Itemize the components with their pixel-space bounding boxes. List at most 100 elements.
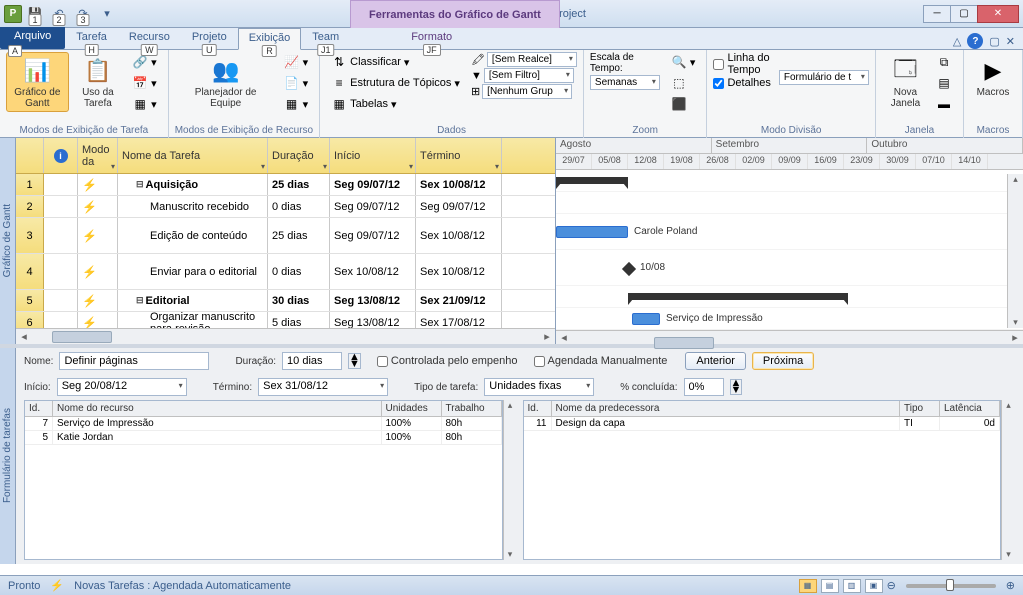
cell-duration[interactable]: 0 dias bbox=[268, 196, 330, 217]
week-cell[interactable]: 07/10 bbox=[916, 154, 952, 169]
manually-scheduled-checkbox[interactable]: Agendada Manualmente bbox=[534, 355, 668, 367]
entire-project-button[interactable]: ⬚ bbox=[666, 73, 701, 93]
cell-name[interactable]: Edição de conteúdo bbox=[118, 218, 268, 253]
scroll-down-icon[interactable]: ▾ bbox=[1006, 549, 1011, 560]
tab-projeto[interactable]: ProjetoU bbox=[181, 27, 238, 49]
row-number[interactable]: 1 bbox=[16, 174, 44, 195]
week-cell[interactable]: 16/09 bbox=[808, 154, 844, 169]
cell-start[interactable]: Seg 09/07/12 bbox=[330, 196, 416, 217]
pred-col-id[interactable]: Id. bbox=[524, 401, 552, 416]
row-number[interactable]: 2 bbox=[16, 196, 44, 217]
cell-mode[interactable]: ⚡ bbox=[78, 312, 118, 328]
cell-duration[interactable]: 30 dias bbox=[268, 290, 330, 311]
gantt-hscroll[interactable]: ◂ ▸ bbox=[556, 330, 1023, 344]
form-sidebar[interactable]: Formulário de tarefas bbox=[0, 348, 16, 564]
cell-indicator[interactable] bbox=[44, 290, 78, 311]
task-type-combo[interactable]: Unidades fixas bbox=[484, 378, 594, 396]
week-cell[interactable]: 29/07 bbox=[556, 154, 592, 169]
cell-indicator[interactable] bbox=[44, 174, 78, 195]
table-row[interactable]: 3⚡Edição de conteúdo25 diasSeg 09/07/12S… bbox=[16, 218, 555, 254]
predecessor-row[interactable]: 11Design da capaTI0d bbox=[524, 417, 1001, 431]
zoom-out-button[interactable]: ⊖ bbox=[887, 579, 896, 592]
cell-duration[interactable]: 25 dias bbox=[268, 218, 330, 253]
hide-button[interactable]: ▬ bbox=[931, 94, 957, 114]
start-combo[interactable]: Seg 20/08/12 bbox=[57, 378, 187, 396]
month-cell[interactable]: Outubro bbox=[867, 138, 1023, 153]
resource-row[interactable]: 7Serviço de Impressão100%80h bbox=[25, 417, 502, 431]
scroll-right-icon[interactable]: ▸ bbox=[1007, 331, 1023, 344]
view-gantt-button[interactable]: ▦ bbox=[799, 579, 817, 593]
task-usage-button[interactable]: 📋 Uso da Tarefa bbox=[71, 52, 126, 112]
cell-start[interactable]: Seg 13/08/12 bbox=[330, 290, 416, 311]
scroll-up-icon[interactable]: ▴ bbox=[1006, 400, 1011, 411]
cell-mode[interactable]: ⚡ bbox=[78, 218, 118, 253]
expand-icon[interactable]: ⊟ bbox=[136, 179, 144, 190]
row-number[interactable]: 5 bbox=[16, 290, 44, 311]
help-icon[interactable]: ? bbox=[967, 33, 983, 49]
cell-name[interactable]: ⊟Editorial bbox=[118, 290, 268, 311]
select-all-cell[interactable] bbox=[16, 138, 44, 173]
scroll-down-icon[interactable]: ▾ bbox=[508, 549, 513, 560]
cell-end[interactable]: Sex 10/08/12 bbox=[416, 254, 502, 289]
scroll-thumb[interactable] bbox=[52, 331, 112, 343]
week-cell[interactable]: 14/10 bbox=[952, 154, 988, 169]
timeline-checkbox[interactable]: Linha do Tempo bbox=[713, 52, 770, 76]
res-col-id[interactable]: Id. bbox=[25, 401, 53, 416]
cell-mode[interactable]: ⚡ bbox=[78, 196, 118, 217]
cell-indicator[interactable] bbox=[44, 218, 78, 253]
tables-button[interactable]: ▦Tabelas ▾ bbox=[326, 94, 465, 114]
ribbon-minimize-icon[interactable]: △ bbox=[953, 35, 961, 48]
week-cell[interactable]: 12/08 bbox=[628, 154, 664, 169]
row-number[interactable]: 3 bbox=[16, 218, 44, 253]
close-button[interactable]: ✕ bbox=[977, 5, 1019, 23]
predecessors-vscroll[interactable]: ▴▾ bbox=[1001, 400, 1015, 560]
cell-duration[interactable]: 5 dias bbox=[268, 312, 330, 328]
name-input[interactable] bbox=[59, 352, 209, 370]
week-cell[interactable]: 19/08 bbox=[664, 154, 700, 169]
week-cell[interactable]: 02/09 bbox=[736, 154, 772, 169]
cell-indicator[interactable] bbox=[44, 254, 78, 289]
new-window-button[interactable]: 🗔 Nova Janela bbox=[882, 52, 929, 112]
qat-redo-button[interactable]: ↷3 bbox=[72, 4, 94, 24]
week-cell[interactable]: 26/08 bbox=[700, 154, 736, 169]
scroll-up-icon[interactable]: ▴ bbox=[1013, 174, 1018, 185]
window-close-icon[interactable]: ✕ bbox=[1006, 35, 1015, 48]
cell-mode[interactable]: ⚡ bbox=[78, 174, 118, 195]
resource-usage-button[interactable]: 📈▾ bbox=[279, 52, 314, 72]
timescale[interactable]: AgostoSetembroOutubro 29/0705/0812/0819/… bbox=[556, 138, 1023, 170]
maximize-button[interactable]: ▢ bbox=[950, 5, 978, 23]
table-row[interactable]: 5⚡⊟Editorial30 diasSeg 13/08/12Sex 21/09… bbox=[16, 290, 555, 312]
col-indicators[interactable]: i bbox=[44, 138, 78, 173]
macros-button[interactable]: ▶ Macros bbox=[970, 52, 1016, 101]
col-duration[interactable]: Duração▾ bbox=[268, 138, 330, 173]
next-button[interactable]: Próxima bbox=[752, 352, 814, 370]
arrange-button[interactable]: ▤ bbox=[931, 73, 957, 93]
res-col-work[interactable]: Trabalho bbox=[442, 401, 502, 416]
cell-end[interactable]: Sex 10/08/12 bbox=[416, 174, 502, 195]
table-row[interactable]: 6⚡Organizar manuscrito para revisão5 dia… bbox=[16, 312, 555, 328]
week-cell[interactable]: 30/09 bbox=[880, 154, 916, 169]
selected-tasks-button[interactable]: ⬛ bbox=[666, 94, 701, 114]
effort-driven-checkbox[interactable]: Controlada pelo empenho bbox=[377, 355, 518, 367]
scroll-right-icon[interactable]: ▸ bbox=[539, 330, 555, 343]
resource-row[interactable]: 5Katie Jordan100%80h bbox=[25, 431, 502, 445]
pred-col-lag[interactable]: Latência bbox=[940, 401, 1000, 416]
cell-end[interactable]: Sex 10/08/12 bbox=[416, 218, 502, 253]
pred-col-type[interactable]: Tipo bbox=[900, 401, 940, 416]
scroll-down-icon[interactable]: ▾ bbox=[1013, 317, 1018, 328]
table-row[interactable]: 2⚡Manuscrito recebido0 diasSeg 09/07/12S… bbox=[16, 196, 555, 218]
cell-end[interactable]: Seg 09/07/12 bbox=[416, 196, 502, 217]
resource-other-button[interactable]: ▦▾ bbox=[279, 94, 314, 114]
scroll-left-icon[interactable]: ◂ bbox=[556, 331, 572, 344]
view-task-usage-button[interactable]: ▤ bbox=[821, 579, 839, 593]
zoom-knob[interactable] bbox=[946, 579, 954, 591]
col-end[interactable]: Término▾ bbox=[416, 138, 502, 173]
details-combo[interactable]: Formulário de t bbox=[779, 70, 869, 85]
task-bar[interactable] bbox=[632, 313, 660, 325]
cell-name[interactable]: ⊟Aquisição bbox=[118, 174, 268, 195]
tab-formato[interactable]: FormatoJF bbox=[400, 27, 463, 49]
milestone-icon[interactable] bbox=[622, 262, 636, 276]
week-cell[interactable]: 05/08 bbox=[592, 154, 628, 169]
cell-start[interactable]: Seg 13/08/12 bbox=[330, 312, 416, 328]
percent-input[interactable] bbox=[684, 378, 724, 396]
